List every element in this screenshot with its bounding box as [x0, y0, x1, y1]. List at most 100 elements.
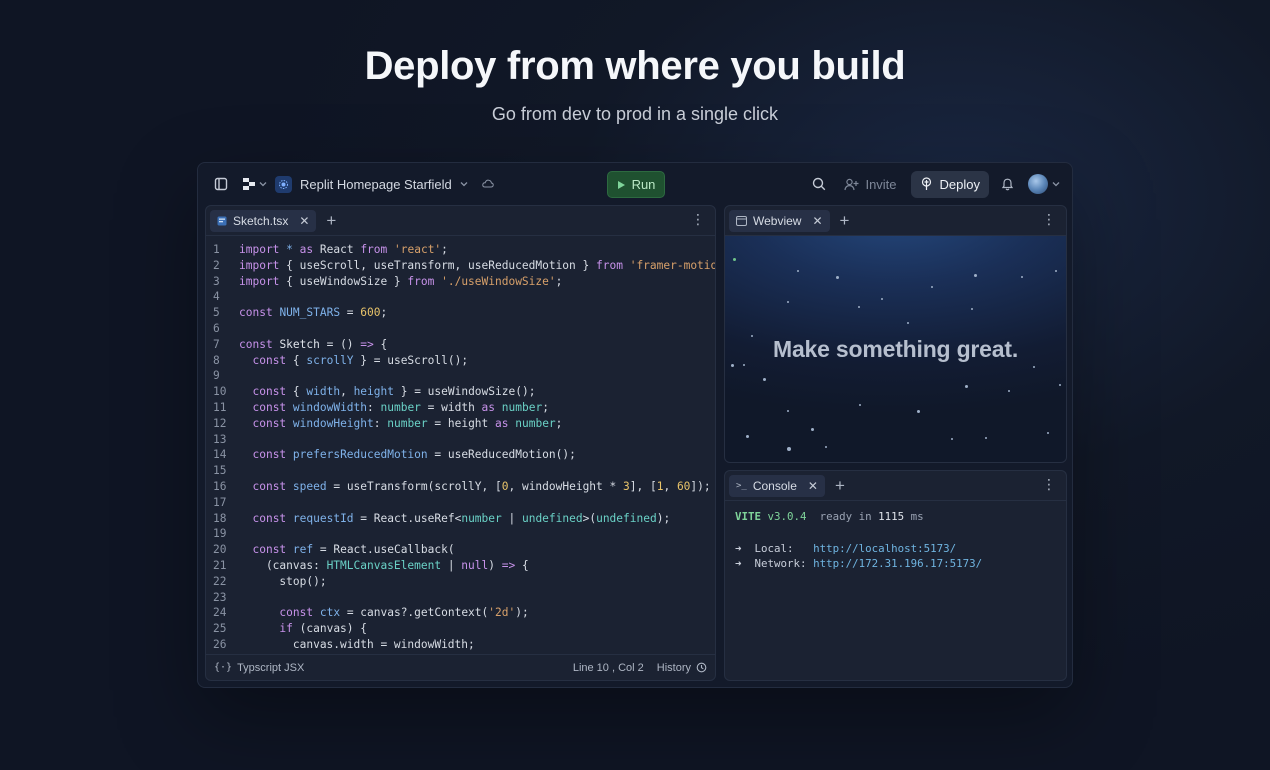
console-output[interactable]: VITE v3.0.4 ready in 1115 ms ➜ Local: ht… [735, 509, 1056, 572]
search-icon[interactable] [812, 177, 826, 191]
line-number: 14 [213, 448, 227, 462]
code-line[interactable]: 15 [206, 463, 715, 479]
line-number: 16 [213, 479, 227, 493]
tab-sketch-tsx[interactable]: Sketch.tsx ✕ [210, 209, 317, 232]
star [787, 301, 789, 303]
code-line[interactable]: 20 const ref = React.useCallback( [206, 542, 715, 558]
code-editor[interactable]: 1 import * as React from 'react'; 2 import … [206, 242, 715, 652]
code-line[interactable]: 19 [206, 526, 715, 542]
ready-text: ready in [819, 510, 872, 523]
code-line[interactable]: 24 const ctx = canvas?.getContext('2d'); [206, 605, 715, 621]
chevron-down-icon[interactable] [1052, 180, 1060, 188]
add-tab-icon[interactable]: + [326, 212, 336, 229]
code-line[interactable]: 4 [206, 289, 715, 305]
editor-pane: Sketch.tsx ✕ + ⋮ 1 import * as React from… [205, 205, 716, 681]
ide-topbar: Replit Homepage Starfield Run Invite Dep… [198, 163, 1072, 205]
line-text: stop(); [239, 574, 327, 588]
tab-webview[interactable]: Webview ✕ [729, 209, 830, 232]
bell-icon[interactable] [1001, 177, 1014, 191]
network-url[interactable]: http://172.31.196.17:5173/ [813, 557, 982, 570]
star [746, 435, 749, 438]
star [951, 438, 953, 440]
line-number: 18 [213, 511, 227, 525]
code-line[interactable]: 10 const { width, height } = useWindowSi… [206, 384, 715, 400]
code-line[interactable]: 25 if (canvas) { [206, 621, 715, 637]
project-name[interactable]: Replit Homepage Starfield [300, 177, 452, 192]
replit-menu-icon[interactable] [242, 177, 267, 191]
add-tab-icon[interactable]: + [835, 477, 845, 494]
language-label[interactable]: Typscript JSX [237, 662, 304, 674]
line-number: 17 [213, 495, 227, 509]
line-text [231, 432, 239, 448]
code-line[interactable]: 22 stop(); [206, 574, 715, 590]
code-line[interactable]: 5 const NUM_STARS = 600; [206, 305, 715, 321]
line-number: 20 [213, 543, 227, 557]
deploy-button-label: Deploy [939, 176, 980, 192]
code-line[interactable]: 2 import { useScroll, useTransform, useRe… [206, 258, 715, 274]
chevron-down-icon [259, 182, 267, 187]
code-line[interactable]: 12 const windowHeight: number = height a… [206, 416, 715, 432]
star [731, 364, 734, 367]
star [965, 385, 968, 388]
line-text: import * as React from 'react'; [239, 243, 448, 256]
line-text: const Sketch = () => { [239, 337, 388, 351]
close-icon[interactable]: ✕ [812, 214, 822, 228]
close-icon[interactable]: ✕ [808, 479, 818, 493]
line-number: 7 [213, 337, 220, 351]
code-line[interactable]: 17 [206, 495, 715, 511]
code-line[interactable]: 7 const Sketch = () => { [206, 337, 715, 353]
add-tab-icon[interactable]: + [840, 212, 850, 229]
line-number: 2 [213, 258, 220, 272]
code-line[interactable]: 9 [206, 368, 715, 384]
code-line[interactable]: 16 const speed = useTransform(scrollY, [… [206, 479, 715, 495]
project-icon [275, 175, 292, 193]
braces-icon: {·} [214, 662, 233, 673]
local-url[interactable]: http://localhost:5173/ [813, 542, 956, 555]
avatar[interactable] [1028, 174, 1048, 194]
star [881, 298, 883, 300]
deploy-button[interactable]: Deploy [910, 170, 989, 198]
run-button[interactable]: Run [607, 171, 665, 198]
star [811, 428, 814, 431]
code-line[interactable]: 14 const prefersReducedMotion = useReduc… [206, 447, 715, 463]
editor-statusbar: {·} Typscript JSX Line 10 , Col 2 Histor… [206, 654, 715, 680]
more-options-icon[interactable]: ⋮ [691, 212, 705, 226]
webview-preview[interactable]: Make something great. [725, 236, 1066, 462]
history-icon[interactable] [696, 662, 707, 673]
code-line[interactable]: 6 [206, 321, 715, 337]
history-label[interactable]: History [657, 662, 691, 674]
sidebar-toggle-icon[interactable] [214, 177, 228, 191]
line-text [231, 526, 239, 542]
console-tabs: >_ Console ✕ + ⋮ [725, 471, 1066, 501]
star [971, 308, 973, 310]
code-line[interactable]: 18 const requestId = React.useRef<number… [206, 511, 715, 527]
code-line[interactable]: 26 canvas.width = windowWidth; [206, 637, 715, 652]
code-line[interactable]: 11 const windowWidth: number = width as … [206, 400, 715, 416]
line-text: canvas.width = windowWidth; [239, 637, 475, 651]
terminal-icon: >_ [736, 480, 747, 491]
webview-tabs: Webview ✕ + ⋮ [725, 206, 1066, 236]
webview-pane: Webview ✕ + ⋮ Make something great. [724, 205, 1067, 463]
star [907, 322, 909, 324]
code-line[interactable]: 1 import * as React from 'react'; [206, 242, 715, 258]
more-options-icon[interactable]: ⋮ [1042, 477, 1056, 491]
chevron-down-icon[interactable] [460, 180, 468, 188]
cloud-sync-icon[interactable] [482, 179, 494, 189]
hero-subtitle: Go from dev to prod in a single click [491, 104, 779, 124]
star [1055, 270, 1057, 272]
more-options-icon[interactable]: ⋮ [1042, 212, 1056, 226]
line-number: 26 [213, 637, 227, 651]
editor-tabs: Sketch.tsx ✕ + ⋮ [206, 206, 715, 236]
close-icon[interactable]: ✕ [299, 214, 309, 228]
code-line[interactable]: 13 [206, 432, 715, 448]
code-line[interactable]: 3 import { useWindowSize } from './useWin… [206, 274, 715, 290]
line-text: const { scrollY } = useScroll(); [252, 353, 469, 367]
line-number: 1 [213, 243, 220, 256]
code-line[interactable]: 21 (canvas: HTMLCanvasElement | null) =>… [206, 558, 715, 574]
cursor-position: Line 10 , Col 2 [572, 661, 644, 674]
line-text: if (canvas) { [279, 622, 367, 636]
tab-console[interactable]: >_ Console ✕ [729, 474, 825, 497]
code-line[interactable]: 8 const { scrollY } = useScroll(); [206, 353, 715, 369]
invite-button[interactable]: Invite [838, 177, 902, 192]
code-line[interactable]: 23 [206, 590, 715, 606]
